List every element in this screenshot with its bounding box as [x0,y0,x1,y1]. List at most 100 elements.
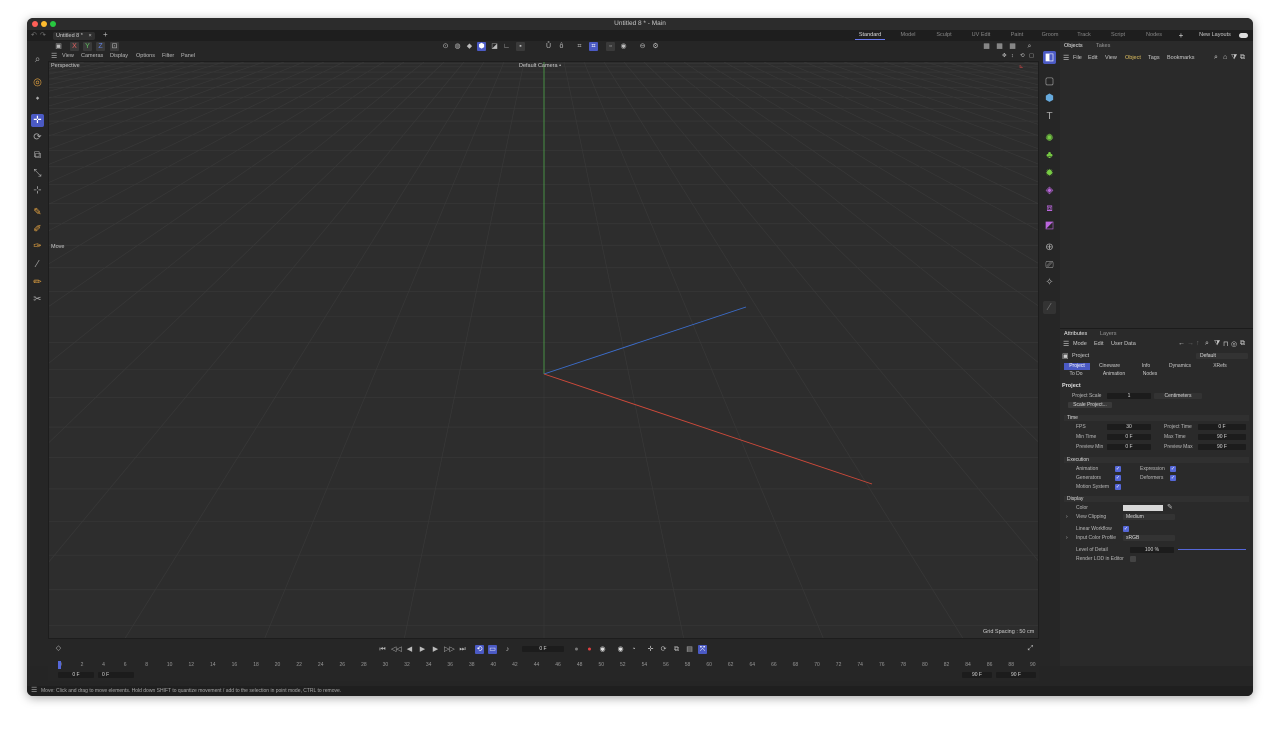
scale-tool-icon[interactable]: ⧉ [31,149,44,162]
viewport-3d[interactable]: Perspective Default Camera • Move Grid S… [48,61,1039,639]
spline-pen-icon[interactable]: ✎ [31,206,44,219]
level-of-detail-input[interactable]: 100 % [1130,547,1174,553]
attr-tab-nodes[interactable]: Nodes [1136,371,1164,378]
tab-attributes[interactable]: Attributes [1064,331,1087,337]
camera-icon[interactable]: ▣ [54,42,63,51]
object-mode-icon[interactable]: ⬢ [477,42,486,51]
key-position-icon[interactable]: ✛ [646,645,655,654]
key-rotation-icon[interactable]: ⟳ [659,645,668,654]
tab-takes[interactable]: Takes [1096,43,1110,49]
close-tab-icon[interactable]: × [88,33,91,39]
attr-tab-animation[interactable]: Animation [1096,371,1132,378]
effector-icon[interactable]: ✹ [1043,167,1056,180]
objects-new-window-icon[interactable]: ⧉ [1240,54,1245,62]
record-icon[interactable]: ● [585,645,594,654]
model-mode-icon[interactable]: ⊙ [441,42,450,51]
project-time-input[interactable]: 0 F [1198,424,1246,430]
project-scale-input[interactable]: 1 [1107,393,1151,399]
input-color-profile-dropdown[interactable]: sRGB [1123,535,1175,541]
render-picture-icon[interactable]: ▦ [995,42,1004,51]
volume-icon[interactable]: ◩ [1043,219,1056,232]
layout-tab-paint[interactable]: Paint [1002,31,1032,40]
preset-dropdown[interactable]: Default [1196,353,1248,359]
objects-search-icon[interactable]: ⌕ [1214,54,1218,62]
menu-filter[interactable]: Filter [162,52,174,61]
menu-display[interactable]: Display [110,52,128,61]
section-time[interactable]: Time [1064,415,1249,421]
color-picker-icon[interactable]: ✎ [1167,503,1173,511]
objects-filter-icon[interactable]: ⧩ [1231,54,1237,62]
tag-icon[interactable]: ⁄ [1043,301,1056,314]
min-time-input[interactable]: 0 F [1107,434,1151,440]
live-selection-icon[interactable]: ◎ [31,76,44,89]
camera-label[interactable]: Default Camera • [519,63,561,69]
render-settings-icon[interactable]: ⚙ [651,42,660,51]
projection-label[interactable]: Perspective [51,63,80,69]
move-tool-icon[interactable]: ✛ [31,114,44,127]
up-arrow-icon[interactable]: ↑ [1196,340,1200,347]
attr-tab-dynamics[interactable]: Dynamics [1162,363,1198,370]
color-swatch[interactable] [1123,505,1163,511]
add-layout-icon[interactable]: + [1172,31,1190,40]
brush-icon[interactable]: ⁄ [31,258,44,271]
minimize-window-button[interactable] [41,21,47,27]
document-tab[interactable]: Untitled 8 * × [53,32,95,40]
target-icon[interactable]: ◎ [1231,340,1237,348]
objects-menu-bookmarks[interactable]: Bookmarks [1167,55,1195,61]
key-pla-icon[interactable]: ⤧ [698,645,707,654]
selection-filter-icon[interactable]: ⬩ [31,92,44,105]
new-layouts-menu[interactable]: New Layouts [1195,31,1235,40]
menu-cameras[interactable]: Cameras [81,52,103,61]
render-view-icon[interactable]: ◉ [619,42,628,51]
attr-tab-project[interactable]: Project [1064,363,1090,370]
preview-max-input[interactable]: 90 F [1198,444,1246,450]
polygons-mode-icon[interactable]: ▪ [516,42,525,51]
preview-min-input[interactable]: 0 F [1107,444,1151,450]
objects-menu-view[interactable]: View [1105,55,1117,61]
keyframe-selection-icon[interactable]: ◉ [616,645,625,654]
pan-icon[interactable]: ✥ [1002,52,1007,61]
current-frame-input[interactable]: 0 F [522,646,564,652]
attributes-hamburger-icon[interactable]: ☰ [1063,340,1069,348]
tab-objects[interactable]: Objects [1064,43,1083,49]
objects-menu-file[interactable]: File [1073,55,1082,61]
menu-options[interactable]: Options [136,52,155,61]
edges-mode-icon[interactable]: ◪ [490,42,499,51]
attributes-menu-edit[interactable]: Edit [1094,341,1103,347]
attributes-search-icon[interactable]: ⌕ [1205,340,1209,348]
render-region-icon[interactable]: ⊖ [638,42,647,51]
mograph-icon[interactable]: ♣ [1043,149,1056,162]
start-frame-input[interactable]: 0 F [58,672,94,678]
attr-tab-xrefs[interactable]: XRefs [1206,363,1234,370]
record-disabled-icon[interactable]: ● [572,645,581,654]
camera-object-icon[interactable]: ⎚ [1043,259,1056,272]
forward-arrow-icon[interactable]: → [1187,340,1194,347]
paint-tool-icon[interactable]: ✏ [31,276,44,289]
motion-clip-icon[interactable]: ◔ [629,645,638,654]
next-key-icon[interactable]: ▷▷ [444,645,455,654]
layout-tab-groom[interactable]: Groom [1035,31,1065,40]
attributes-menu-user-data[interactable]: User Data [1111,341,1136,347]
cloner-icon[interactable]: ✺ [1043,132,1056,145]
preview-start-input[interactable]: 0 F [98,672,134,678]
go-to-start-icon[interactable]: ⏮ [378,645,387,654]
environment-icon[interactable]: ⊕ [1043,241,1056,254]
input-color-profile-expand-icon[interactable]: › [1066,535,1068,541]
transform-tool-icon[interactable]: ⤡ [31,167,44,180]
render-queue-icon[interactable]: ▦ [1008,42,1017,51]
coordinate-system-icon[interactable]: ⊡ [110,42,119,51]
cube-icon[interactable]: ⬢ [1043,92,1056,105]
soft-selection-icon[interactable]: ô [557,42,566,51]
axis-mode-icon[interactable]: ∟ [502,42,511,51]
timeline-expand-icon[interactable]: ⤢ [1026,644,1035,653]
status-menu-icon[interactable]: ☰ [31,686,37,696]
orbit-icon[interactable]: ⟲ [1020,52,1025,61]
next-frame-icon[interactable]: ▶ [431,645,440,654]
axis-z-button[interactable]: Z [96,42,105,51]
attributes-new-window-icon[interactable]: ⧉ [1240,340,1245,348]
layout-tab-uv-edit[interactable]: UV Edit [966,31,996,40]
layout-tab-standard[interactable]: Standard [855,31,885,40]
objects-menu-edit[interactable]: Edit [1088,55,1097,61]
spline-sketch-icon[interactable]: ✐ [31,223,44,236]
snap-tool-icon[interactable]: ⊹ [31,184,44,197]
